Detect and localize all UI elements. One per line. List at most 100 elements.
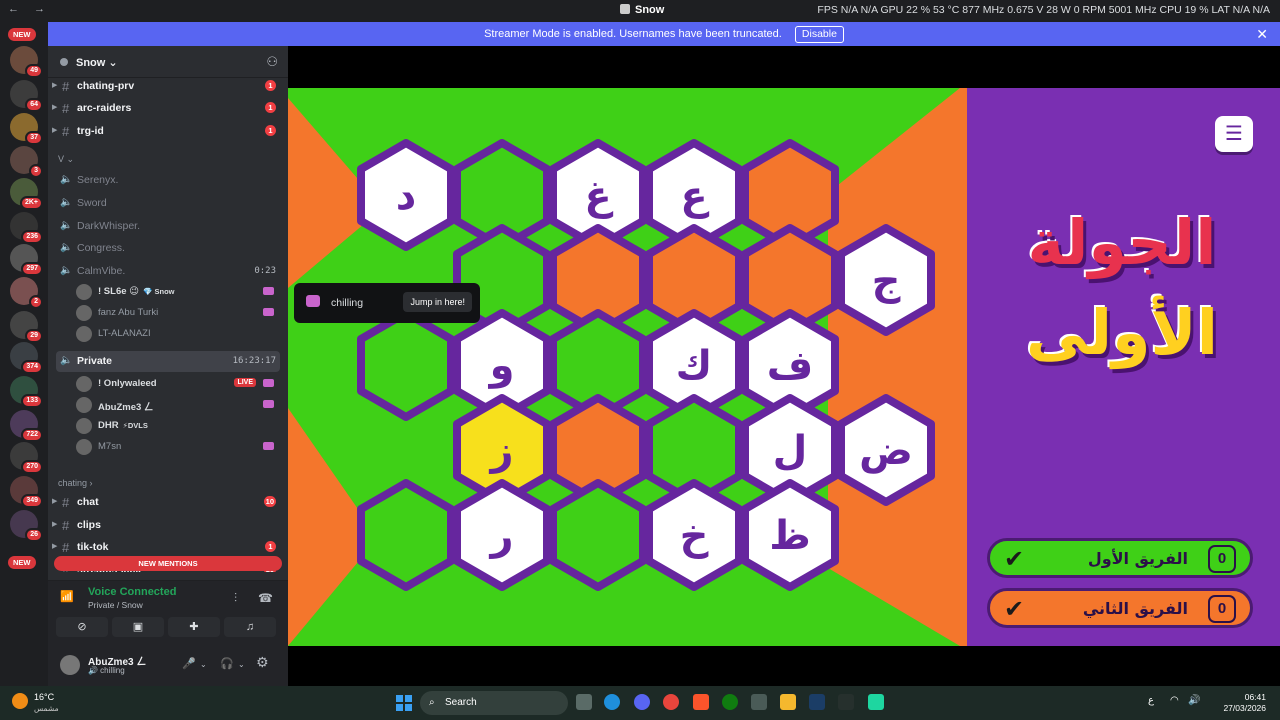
nav-arrows[interactable]: ← → [8, 3, 51, 15]
discord-icon[interactable] [634, 694, 650, 710]
server-icon[interactable]: 297 [10, 244, 43, 276]
video-off-button[interactable]: ⊘ [56, 617, 108, 637]
expand-icon: ▶ [52, 127, 58, 134]
windows-start-icon[interactable] [396, 695, 412, 711]
app-icon[interactable] [868, 694, 884, 710]
server-rail: NEW 49 64 37 3 2K+ 236 297 2 29 374 133 722 270 349 26… [0, 22, 48, 686]
chevron-down-icon[interactable]: ⌄ [238, 660, 245, 669]
weather-icon[interactable] [12, 693, 28, 709]
microphone-icon[interactable]: 🎤 [182, 657, 196, 670]
hex-cell[interactable] [549, 479, 647, 591]
snow-app-icon [620, 4, 630, 14]
user-name: DHR ⚡DVLS [98, 420, 148, 431]
server-icon[interactable]: 270 [10, 442, 43, 474]
new-mentions-button[interactable]: NEW MENTIONS [54, 556, 282, 571]
folder-icon[interactable] [780, 694, 796, 710]
new-badge-bottom[interactable]: NEW [8, 556, 36, 569]
server-header[interactable]: Snow ⌄ ⚇ [48, 46, 288, 78]
speaker-icon: 🔈 [60, 197, 73, 208]
gear-icon[interactable]: ⚙ [256, 654, 269, 671]
voice-user[interactable]: LT-ALANAZI [76, 324, 280, 344]
clock[interactable]: 06:41 27/03/2026 [1223, 692, 1266, 714]
task-view-icon[interactable] [576, 694, 592, 710]
voice-location[interactable]: Private / Snow [88, 600, 143, 610]
hex-grid: د غ ع ج و ك ف ز ل ض ر خ ظ [357, 139, 935, 591]
category-chating[interactable]: chating › [58, 478, 93, 488]
server-icon[interactable]: 37 [10, 113, 43, 145]
channel-chat[interactable]: ▶ # chat 10 [52, 492, 280, 512]
server-icon[interactable]: 133 [10, 376, 43, 408]
server-icon[interactable]: 26 [10, 510, 43, 542]
server-icon[interactable]: 374 [10, 342, 43, 374]
server-icon[interactable]: 2 [10, 277, 43, 309]
voice-timer: 16:23:17 [232, 356, 276, 366]
soundboard-button[interactable]: ♫ [224, 617, 276, 637]
voice-status[interactable]: Voice Connected [88, 586, 176, 598]
menu-icon[interactable]: ☰ [1215, 116, 1253, 152]
wifi-icon[interactable]: ◠ [1170, 695, 1179, 706]
headphones-icon[interactable]: 🎧 [220, 657, 234, 670]
voice-channel-darkwhisper[interactable]: 🔈 DarkWhisper. [56, 216, 280, 236]
mention-badge: 29 [25, 329, 43, 343]
mention-badge: 236 [21, 230, 43, 244]
voice-user[interactable]: M7sn [76, 437, 280, 457]
team-score: 0 [1208, 545, 1236, 573]
voice-channel-calmvibe[interactable]: 🔈 CalmVibe. 0:23 [56, 261, 280, 281]
chrome-icon[interactable] [663, 694, 679, 710]
chevron-down-icon[interactable]: ⌄ [200, 660, 207, 669]
unread-badge: 1 [265, 541, 276, 552]
voice-user[interactable]: DHR ⚡DVLS [76, 416, 280, 436]
store-icon[interactable] [751, 694, 767, 710]
voice-user[interactable]: ! SL6e 😉 💎 Snow [76, 282, 280, 302]
channel-chating-prv[interactable]: ▶ # chating-prv 1 [52, 76, 280, 96]
category-v[interactable]: V ⌄ [58, 154, 74, 165]
voice-user[interactable]: AbuZme3 ㄥ [76, 395, 280, 415]
voice-channel-private[interactable]: 🔈 Private 16:23:17 [56, 351, 280, 372]
disconnect-icon[interactable]: ☎ [258, 591, 273, 605]
language-indicator[interactable]: ع [1148, 695, 1154, 706]
server-icon[interactable]: 64 [10, 80, 43, 112]
new-badge-top[interactable]: NEW [8, 28, 36, 41]
avatar[interactable] [60, 655, 80, 675]
speaker-icon: 🔈 [60, 355, 73, 366]
volume-icon[interactable]: 🔊 [1188, 695, 1200, 706]
taskbar-search[interactable]: ⌕ Search [420, 691, 568, 715]
hex-cell[interactable] [357, 479, 455, 591]
mention-badge: 26 [25, 528, 43, 542]
voice-channel-congress[interactable]: 🔈 Congress. [56, 238, 280, 258]
hex-letter: ف [767, 343, 813, 389]
voice-user[interactable]: ! Onlywaleed LIVE [76, 374, 280, 394]
server-icon[interactable]: 722 [10, 410, 43, 442]
xbox-icon[interactable] [722, 694, 738, 710]
channel-tik-tok[interactable]: ▶ # tik-tok 1 [52, 537, 280, 557]
edge-icon[interactable] [604, 694, 620, 710]
voice-user[interactable]: fanz Abu Turki [76, 303, 280, 323]
voice-channel-serenyx[interactable]: 🔈 Serenyx. [56, 170, 280, 190]
activities-button[interactable]: ✚ [168, 617, 220, 637]
server-icon[interactable]: 29 [10, 311, 43, 343]
team-one-card[interactable]: ✔ الفريق الأول 0 [987, 538, 1253, 578]
server-icon[interactable]: 3 [10, 146, 43, 178]
add-member-icon[interactable]: ⚇ [266, 54, 278, 70]
capcut-icon[interactable] [838, 694, 854, 710]
team-two-card[interactable]: ✔ الفريق الثاني 0 [987, 588, 1253, 628]
steam-icon[interactable] [809, 694, 825, 710]
server-icon[interactable]: 2K+ [10, 178, 43, 210]
score-panel: ☰ الجولة الأولى ✔ الفريق الأول 0 ✔ الفري… [967, 88, 1280, 646]
jump-in-button[interactable]: Jump in here! [403, 292, 472, 312]
brave-icon[interactable] [693, 694, 709, 710]
server-icon[interactable]: 49 [10, 46, 43, 78]
hex-cell[interactable] [357, 309, 455, 421]
server-icon[interactable]: 349 [10, 476, 43, 508]
disable-button[interactable]: Disable [794, 26, 844, 43]
screen-share-button[interactable]: ▣ [112, 617, 164, 637]
channel-arc-raiders[interactable]: ▶ # arc-raiders 1 [52, 98, 280, 118]
noise-suppression-icon[interactable]: ⫶ [234, 591, 237, 606]
server-icon[interactable]: 236 [10, 212, 43, 244]
voice-channel-sword[interactable]: 🔈 Sword [56, 193, 280, 213]
temperature[interactable]: 16°C [34, 692, 54, 702]
close-icon[interactable]: ✕ [1256, 22, 1268, 46]
channel-trg-id[interactable]: ▶ # trg-id 1 [52, 121, 280, 141]
hash-icon: # [62, 495, 70, 510]
channel-clips[interactable]: ▶ # clips [52, 515, 280, 535]
